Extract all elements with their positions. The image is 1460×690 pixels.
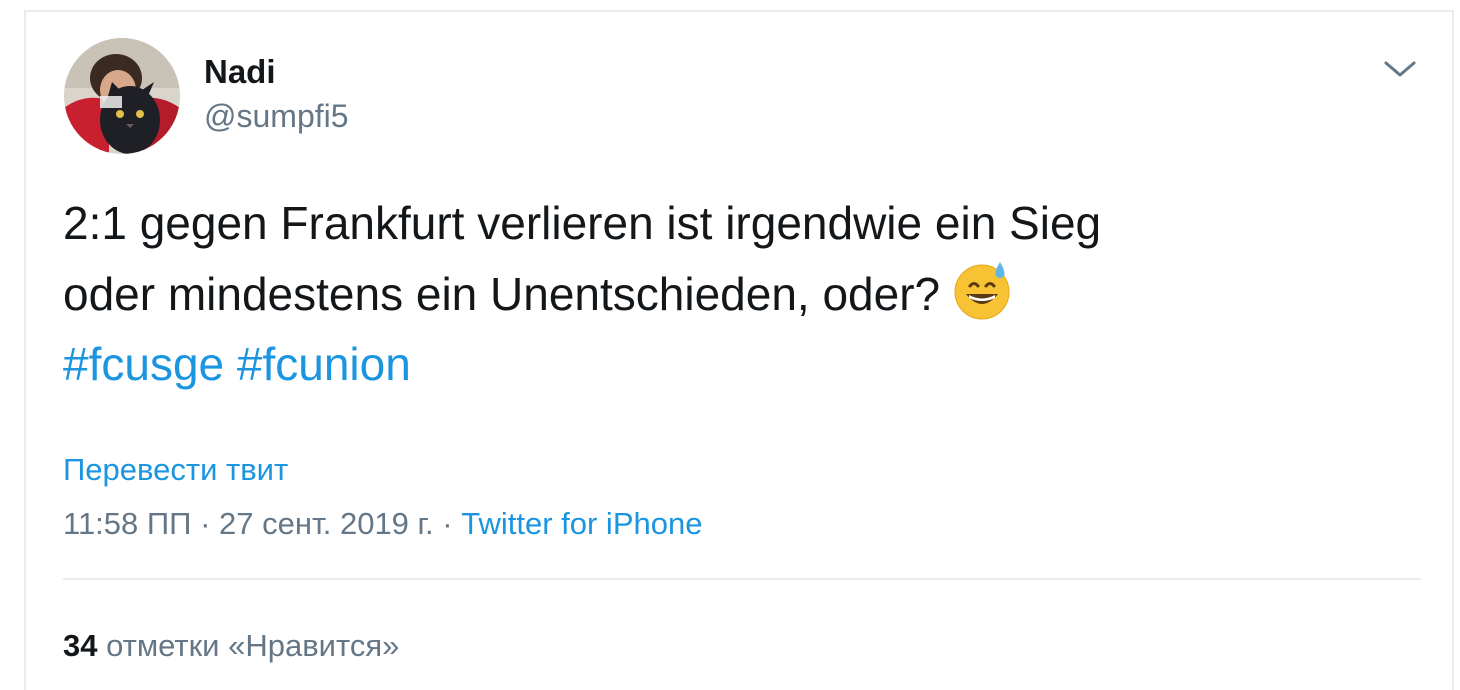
hashtag-link[interactable]: #fcusge — [63, 338, 224, 390]
hashtag-link[interactable]: #fcunion — [237, 338, 411, 390]
translate-tweet-link[interactable]: Перевести твит — [63, 452, 288, 488]
tweet-text-line-1: 2:1 gegen Frankfurt verlieren ist irgend… — [63, 197, 1102, 249]
tweet-hashtags: #fcusge #fcunion — [63, 329, 1423, 399]
tweet-card: Nadi @sumpfi5 2:1 gegen Frankfurt verlie… — [24, 10, 1454, 690]
grinning-face-with-sweat-icon — [950, 258, 1014, 322]
tweet-author: Nadi @sumpfi5 — [204, 52, 349, 136]
tweet-text: 2:1 gegen Frankfurt verlieren ist irgend… — [63, 188, 1423, 399]
author-handle[interactable]: @sumpfi5 — [204, 96, 349, 136]
tweet-date[interactable]: 27 сент. 2019 г. — [219, 506, 434, 541]
likes-count-link[interactable]: 34 отметки «Нравится» — [63, 628, 399, 664]
tweet-text-line-2-text: oder mindestens ein Unentschieden, oder? — [63, 268, 941, 320]
tweet-text-line-2: oder mindestens ein Unentschieden, oder? — [63, 258, 1423, 329]
meta-separator: · — [433, 506, 462, 541]
meta-separator: · — [191, 506, 220, 541]
author-display-name[interactable]: Nadi — [204, 52, 349, 92]
likes-count: 34 — [63, 628, 98, 663]
divider — [63, 578, 1421, 580]
avatar[interactable] — [64, 38, 180, 154]
tweet-time[interactable]: 11:58 ПП — [63, 506, 191, 541]
chevron-down-icon[interactable] — [1382, 58, 1418, 80]
tweet-metadata: 11:58 ПП · 27 сент. 2019 г. · Twitter fo… — [63, 506, 702, 542]
tweet-source-link[interactable]: Twitter for iPhone — [461, 506, 702, 541]
likes-label: отметки «Нравится» — [106, 628, 400, 663]
